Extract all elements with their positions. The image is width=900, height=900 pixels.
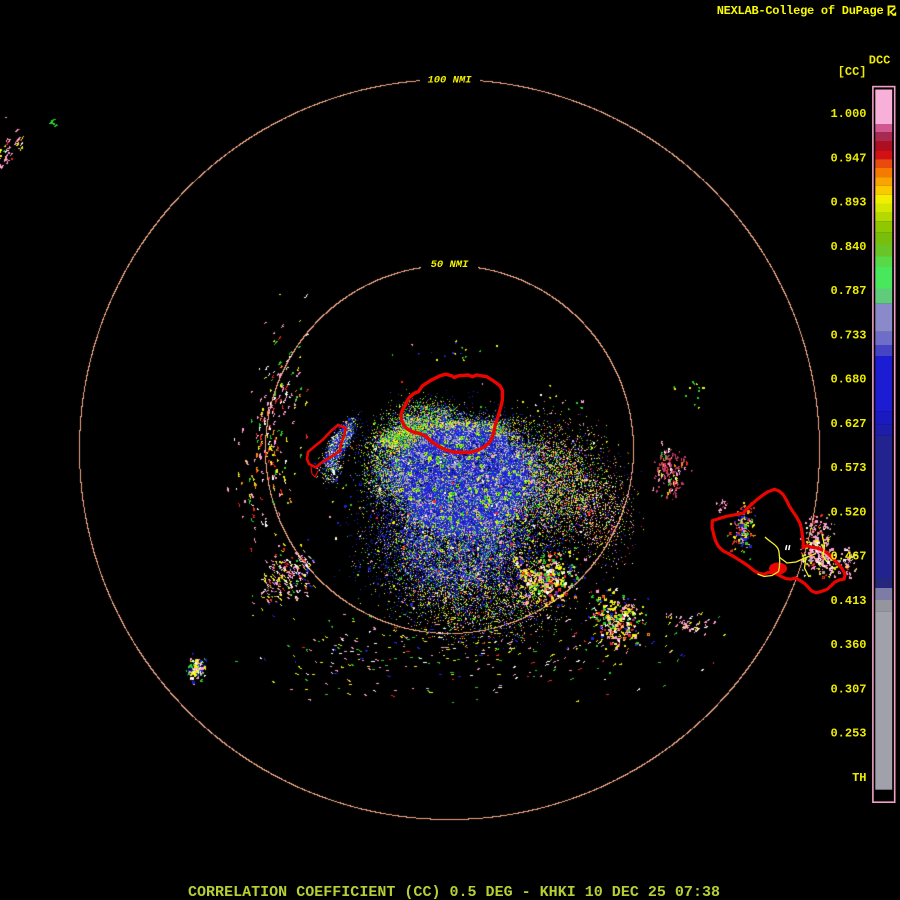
svg-text:50 NMI: 50 NMI [431,259,470,271]
svg-text:0.787: 0.787 [830,284,866,298]
svg-text:100 NMI: 100 NMI [427,75,472,87]
svg-text:DCC: DCC [869,54,891,68]
svg-text:0.893: 0.893 [830,196,866,210]
svg-text:CORRELATION COEFFICIENT (CC) 0: CORRELATION COEFFICIENT (CC) 0.5 DEG - K… [188,884,720,900]
svg-text:NEXLAB-College of DuPage: NEXLAB-College of DuPage [717,4,884,18]
svg-text:0.307: 0.307 [830,682,866,696]
svg-text:0.840: 0.840 [830,240,866,254]
svg-text:0.573: 0.573 [830,461,866,475]
svg-text:0.467: 0.467 [830,550,866,564]
svg-text:0.520: 0.520 [830,505,866,519]
svg-text:1.000: 1.000 [830,107,866,121]
svg-text:[CC]: [CC] [838,65,867,79]
svg-text:0.733: 0.733 [830,328,866,342]
svg-text:0.413: 0.413 [830,594,866,608]
svg-text:TH: TH [852,771,866,785]
svg-text:0.627: 0.627 [830,417,866,431]
svg-text:0.253: 0.253 [830,727,866,741]
svg-text:0.680: 0.680 [830,373,866,387]
svg-text:0.947: 0.947 [830,151,866,165]
svg-text:0.360: 0.360 [830,638,866,652]
